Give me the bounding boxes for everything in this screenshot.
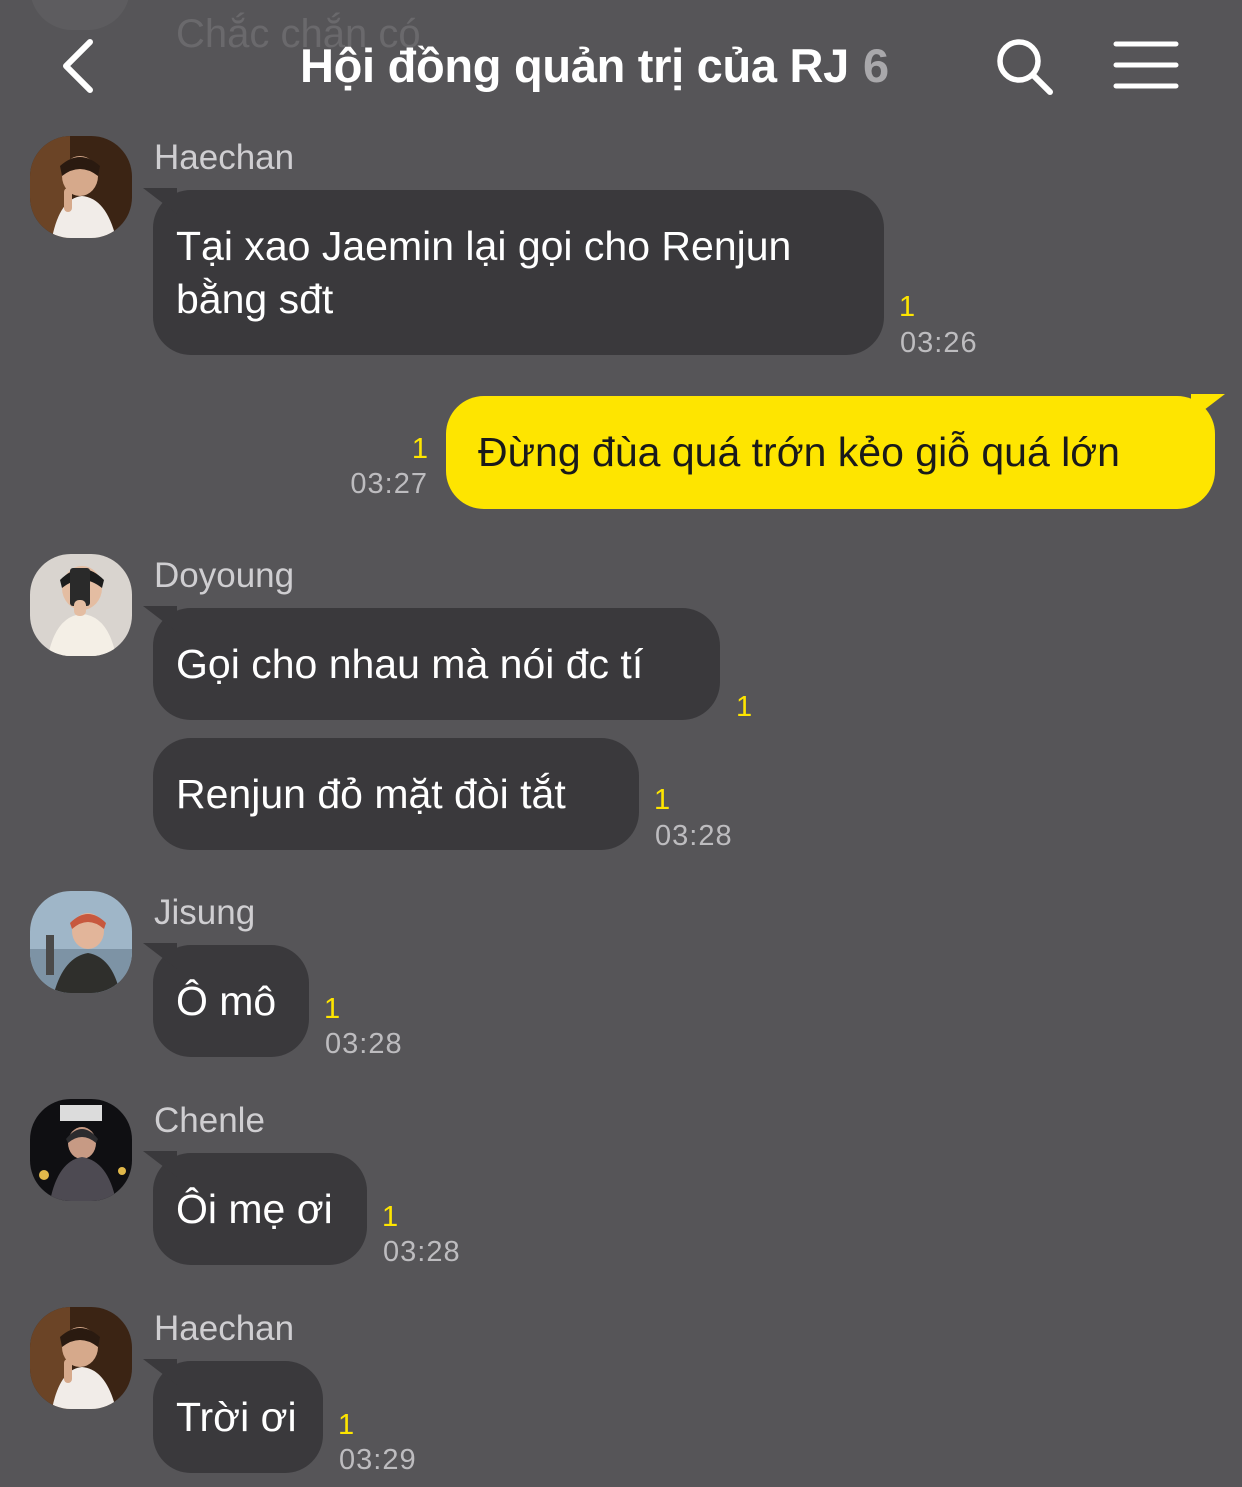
avatar-chenle[interactable] — [30, 1099, 132, 1201]
unread-count: 1 — [736, 691, 753, 723]
message-bubble[interactable]: Ôi mẹ ơi — [153, 1153, 367, 1265]
message-line: Tại xao Jaemin lại gọi cho Renjun — [176, 223, 792, 269]
message-bubble[interactable]: Gọi cho nhau mà nói đc tí — [153, 608, 720, 720]
message-text: Trời ơi — [176, 1394, 297, 1440]
message-text: Gọi cho nhau mà nói đc tí — [176, 641, 644, 687]
sender-name: Doyoung — [154, 556, 295, 595]
avatar-haechan[interactable] — [30, 1307, 132, 1409]
message-line: bằng sđt — [176, 276, 334, 322]
message-text: Renjun đỏ mặt đòi tắt — [176, 771, 566, 817]
search-icon — [997, 39, 1053, 95]
my-message-bubble[interactable]: Đừng đùa quá trớn kẻo giỗ quá lớn — [446, 396, 1215, 509]
sender-name: Chenle — [154, 1101, 265, 1140]
chat-title: Hội đồng quản trị của RJ 6 — [300, 38, 889, 93]
chat-room-name: Hội đồng quản trị của RJ — [300, 39, 849, 92]
unread-count: 1 — [382, 1201, 399, 1233]
sender-name: Haechan — [154, 138, 295, 177]
message-time: 03:26 — [900, 327, 978, 359]
sender-name: Jisung — [154, 893, 256, 932]
unread-count: 1 — [899, 291, 916, 323]
chat-header: Chắc chắn có Hội đồng quản trị của RJ 6 — [0, 0, 1242, 130]
avatar-haechan[interactable] — [30, 136, 132, 238]
message-time: 03:27 — [350, 468, 428, 500]
profile-photo — [30, 1307, 132, 1409]
menu-button[interactable] — [1112, 38, 1180, 94]
search-button[interactable] — [994, 36, 1056, 98]
message-text: Ôi mẹ ơi — [176, 1186, 333, 1232]
unread-count: 1 — [324, 993, 341, 1025]
message-time: 03:28 — [383, 1236, 461, 1268]
sender-name: Haechan — [154, 1309, 295, 1348]
profile-photo — [30, 136, 132, 238]
back-button[interactable] — [52, 34, 112, 98]
avatar-jisung[interactable] — [30, 891, 132, 993]
message-text: Đừng đùa quá trớn kẻo giỗ quá lớn — [478, 429, 1120, 475]
message-bubble[interactable]: Tại xao Jaemin lại gọi cho Renjun bằng sđ… — [153, 190, 884, 355]
message-time: 03:29 — [339, 1444, 417, 1476]
profile-photo — [30, 554, 132, 656]
message-time: 03:28 — [655, 820, 733, 852]
unread-count: 1 — [338, 1409, 355, 1441]
message-bubble[interactable]: Ô mô — [153, 945, 309, 1057]
unread-count: 1 — [411, 433, 428, 465]
avatar-doyoung[interactable] — [30, 554, 132, 656]
message-bubble[interactable]: Trời ơi — [153, 1361, 323, 1473]
message-text: Ô mô — [176, 978, 277, 1024]
chevron-left-icon — [63, 39, 93, 93]
unread-count: 1 — [654, 784, 671, 816]
message-bubble[interactable]: Renjun đỏ mặt đòi tắt — [153, 738, 639, 850]
profile-photo — [30, 1099, 132, 1201]
member-count: 6 — [862, 39, 889, 92]
profile-photo — [30, 891, 132, 993]
faded-avatar — [30, 0, 130, 30]
message-time: 03:28 — [325, 1028, 403, 1060]
hamburger-menu-icon — [1113, 41, 1179, 89]
